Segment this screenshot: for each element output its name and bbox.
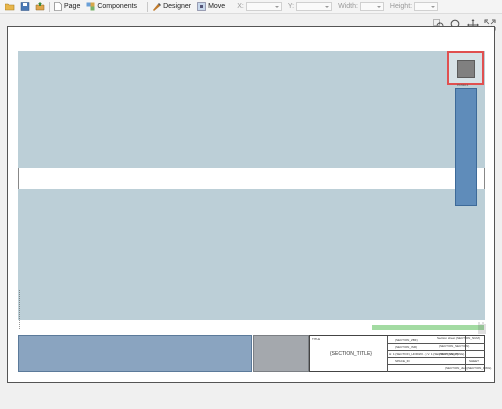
save-icon[interactable] (20, 2, 30, 11)
height-label: Height: (389, 3, 413, 10)
title-block-title-label: TITLE (312, 337, 321, 341)
title-block-cell-2: {SECTION_ISR} (395, 345, 418, 349)
page-button-label: Page (64, 3, 81, 10)
page-button[interactable]: Page (54, 2, 80, 11)
title-block-cell-4: SPACE_ID (395, 359, 410, 363)
viewport-gap (18, 168, 485, 189)
move-button-label: Move (208, 3, 226, 10)
bottom-viewport-band[interactable] (18, 189, 485, 320)
components-button[interactable]: Components (86, 2, 137, 11)
title-block-cell-5: {SECTION_dwf} (445, 366, 467, 370)
components-icon (86, 2, 95, 11)
toolbar-separator (147, 1, 149, 12)
width-label: Width: (338, 3, 358, 10)
move-icon (197, 2, 206, 11)
section-title: {SECTION_TITLE} (330, 351, 372, 357)
footer-blue-panel[interactable] (18, 335, 252, 372)
x-input[interactable] (245, 2, 282, 11)
top-viewport-band[interactable] (18, 51, 485, 168)
title-block-right-2: {SECTION_SECTION} (439, 344, 470, 348)
designer-button[interactable]: Designer (152, 2, 191, 11)
green-scale-bar[interactable] (372, 325, 484, 330)
move-button[interactable]: Move (197, 2, 225, 11)
y-label: Y: (287, 3, 295, 10)
footer-gray-panel[interactable] (253, 335, 309, 372)
title-block-right-1: Section sheet {SECTION_NUM} (437, 336, 480, 340)
vertical-ruler (18, 290, 21, 330)
y-input[interactable] (296, 2, 333, 11)
title-block-right-3: {SECTION_ZONE} (439, 352, 465, 356)
title-block-right-5: {SECTION_DWG} (467, 366, 492, 370)
x-label: X: (237, 3, 244, 10)
panel-label: PANEL1 (457, 83, 469, 87)
blue-column-component[interactable] (455, 88, 477, 206)
selected-panel-box[interactable] (457, 60, 475, 78)
height-input[interactable] (414, 2, 439, 11)
width-input[interactable] (359, 2, 384, 11)
designer-button-label: Designer (163, 3, 192, 10)
export-icon[interactable] (35, 2, 45, 11)
scale-tick-marks (478, 322, 486, 334)
designer-icon (153, 3, 162, 11)
toolbar: Page Components Designer Move X: Y: Widt… (0, 0, 502, 14)
title-block-cell-1: {SECTION_ZBF} (395, 338, 418, 342)
components-button-label: Components (97, 3, 138, 10)
open-folder-icon[interactable] (5, 2, 15, 11)
title-block-right-4: SHEET (469, 359, 480, 363)
toolbar-separator (49, 1, 50, 12)
page-icon (54, 2, 62, 11)
